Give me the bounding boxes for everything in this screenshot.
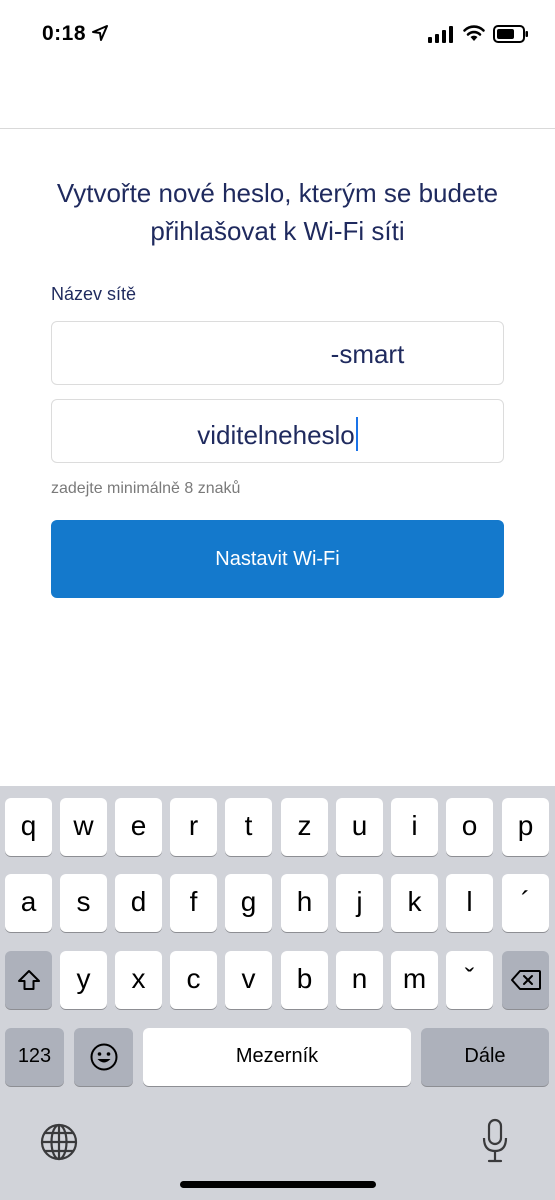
- set-wifi-button[interactable]: Nastavit Wi-Fi: [51, 520, 504, 598]
- key-m[interactable]: m: [391, 951, 438, 1009]
- status-time: 0:18: [42, 22, 87, 45]
- ssid-value: -smart: [330, 339, 405, 369]
- backspace-key[interactable]: [502, 951, 549, 1009]
- key-n[interactable]: n: [336, 951, 383, 1009]
- key-l[interactable]: l: [446, 874, 493, 932]
- key-z[interactable]: z: [281, 798, 328, 856]
- key-o[interactable]: o: [446, 798, 493, 856]
- key-w[interactable]: w: [60, 798, 107, 856]
- numbers-key[interactable]: 123: [5, 1028, 64, 1086]
- password-value: viditelneheslo: [197, 420, 355, 450]
- nav-divider: [0, 128, 555, 129]
- key-j[interactable]: j: [336, 874, 383, 932]
- text-caret: [355, 417, 358, 451]
- globe-icon[interactable]: [39, 1122, 79, 1162]
- backspace-icon: [510, 970, 541, 990]
- key-t[interactable]: t: [225, 798, 272, 856]
- microphone-icon[interactable]: [481, 1118, 509, 1164]
- wifi-icon: [463, 25, 485, 41]
- cellular-signal-icon: [428, 26, 453, 43]
- password-hint: zadejte minimálně 8 znaků: [51, 480, 241, 497]
- status-bar: 0:18: [0, 0, 555, 70]
- key-v[interactable]: v: [225, 951, 272, 1009]
- key-b[interactable]: b: [281, 951, 328, 1009]
- key-k[interactable]: k: [391, 874, 438, 932]
- network-name-label: Název sítě: [51, 284, 137, 304]
- key-h[interactable]: h: [281, 874, 328, 932]
- return-key[interactable]: Dále: [421, 1028, 549, 1086]
- ssid-input[interactable]: -smart: [51, 321, 504, 385]
- key-f[interactable]: f: [170, 874, 217, 932]
- shift-key[interactable]: [5, 951, 52, 1009]
- key-p[interactable]: p: [502, 798, 549, 856]
- password-input[interactable]: viditelneheslo: [51, 399, 504, 463]
- key-g[interactable]: g: [225, 874, 272, 932]
- key-caron[interactable]: ˇ: [446, 951, 493, 1009]
- key-q[interactable]: q: [5, 798, 52, 856]
- password-input-value-wrap: viditelneheslo: [52, 417, 503, 451]
- emoji-icon: [90, 1043, 117, 1071]
- ssid-redacted-area: [150, 342, 331, 371]
- emoji-key[interactable]: [74, 1028, 133, 1086]
- key-a[interactable]: a: [5, 874, 52, 932]
- key-s[interactable]: s: [60, 874, 107, 932]
- key-d[interactable]: d: [115, 874, 162, 932]
- home-indicator: [180, 1181, 376, 1188]
- location-arrow-icon: [92, 25, 108, 41]
- key-y[interactable]: y: [60, 951, 107, 1009]
- key-c[interactable]: c: [170, 951, 217, 1009]
- battery-icon: [493, 25, 528, 43]
- key-acute-accent[interactable]: ´: [502, 874, 549, 932]
- key-u[interactable]: u: [336, 798, 383, 856]
- key-i[interactable]: i: [391, 798, 438, 856]
- space-key[interactable]: Mezerník: [143, 1028, 411, 1086]
- page-title: Vytvořte nové heslo, kterým se budete př…: [56, 178, 499, 246]
- key-e[interactable]: e: [115, 798, 162, 856]
- key-r[interactable]: r: [170, 798, 217, 856]
- shift-arrow-icon: [17, 970, 40, 990]
- keyboard: q w e r t z u i o p a s d f g h j k l ´ …: [0, 786, 555, 1200]
- key-x[interactable]: x: [115, 951, 162, 1009]
- ssid-input-value-wrap: -smart: [52, 339, 503, 371]
